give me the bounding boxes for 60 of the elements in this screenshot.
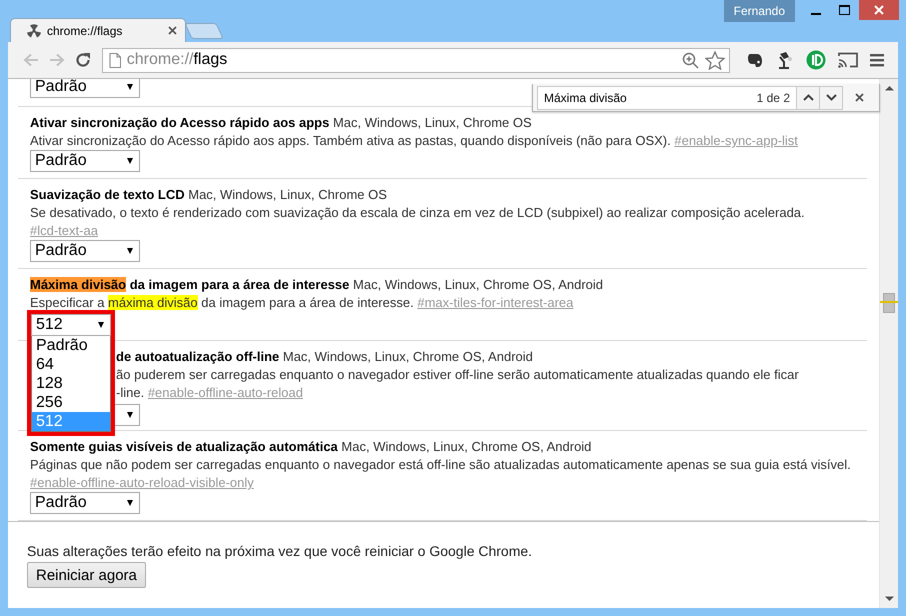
- select-dropdown[interactable]: Padrão: [30, 492, 140, 514]
- platform-list: Mac, Windows, Linux, Chrome OS, Android: [282, 349, 533, 364]
- select-dropdown[interactable]: Padrão: [30, 150, 140, 172]
- flag-description: ão puderem ser carregadas enquanto o navegador estiver off-line serão automaticamente atualizadas quando ele ficar -line. #enable-offline-auto-reload: [116, 366, 800, 402]
- select-dropdown[interactable]: Padrão: [30, 240, 140, 262]
- dropdown-option[interactable]: 64: [32, 355, 110, 374]
- flag-description: Especificar a máxima divisão da imagem para a área de interesse. #max-tiles-for-interest-area: [30, 294, 574, 312]
- find-match-marker: [880, 301, 898, 303]
- platform-list: Mac, Windows, Linux, Chrome OS: [332, 115, 532, 130]
- address-bar[interactable]: chrome://flags: [102, 48, 730, 72]
- restart-button[interactable]: Reiniciar agora: [27, 562, 146, 588]
- flag-title: Ativar sincronização do Acesso rápido aos apps: [30, 115, 330, 130]
- flag-description: Ativar sincronização do Acesso rápido aos apps. Também ativa as pastas, quando disponíveis (não para OSX). #enable-sync-app-list: [30, 132, 799, 150]
- platform-list: Mac, Windows, Linux, Chrome OS: [188, 187, 387, 202]
- menu-icon[interactable]: [870, 53, 884, 67]
- cast-icon[interactable]: [838, 52, 858, 68]
- close-icon: [874, 5, 884, 15]
- dropdown-option[interactable]: Padrão: [32, 336, 110, 355]
- caret-icon: [127, 84, 133, 90]
- hazard-icon: [27, 24, 41, 37]
- caret-icon: [127, 412, 133, 418]
- browser-tab[interactable]: chrome://flags: [10, 18, 186, 42]
- platform-list: Mac, Windows, Linux, Chrome OS, Android: [353, 277, 604, 292]
- circle-logo-icon[interactable]: [806, 50, 826, 70]
- flag-description: Se desativado, o texto é renderizado com suavização da escala de cinza em vez de LCD (subpixel) ao realizar composição acelerada. #lcd-text-aa: [30, 204, 806, 240]
- scrollbar[interactable]: [879, 79, 898, 608]
- dropdown-option[interactable]: 256: [32, 393, 110, 412]
- platform-list: Mac, Windows, Linux, Chrome OS, Android: [341, 439, 592, 454]
- zoom-icon[interactable]: [682, 52, 699, 68]
- select-dropdown[interactable]: Padrão: [30, 79, 140, 98]
- find-field[interactable]: Máxima divisão 1 de 2: [537, 86, 797, 110]
- elephant-icon[interactable]: [746, 51, 764, 69]
- caret-icon: [127, 500, 133, 506]
- flag-description: Páginas que não podem ser carregadas enquanto o navegador está off-line são atualizadas automaticamente apenas se sua guia está visível. #enable-offline-auto-reload-visible-only: [30, 456, 852, 492]
- caret-icon: [98, 322, 104, 328]
- flag-title: Suavização de texto LCD: [30, 187, 185, 202]
- match-count: 1 de 2: [756, 90, 790, 104]
- caret-icon: [127, 158, 133, 164]
- dropdown-option[interactable]: 128: [32, 374, 110, 393]
- flag-title: de autoatualização off-line: [116, 349, 280, 364]
- reload-icon[interactable]: [74, 52, 91, 68]
- page-icon: [108, 52, 121, 68]
- flag-title: Máxima divisão da imagem para a área de interesse: [30, 277, 350, 292]
- star-icon[interactable]: [704, 50, 725, 70]
- scroll-down-icon[interactable]: [884, 596, 894, 602]
- scroll-up-icon[interactable]: [884, 85, 894, 91]
- chevron-down-icon: [826, 94, 836, 101]
- flag-title: Somente guias visíveis de atualização automática: [30, 439, 338, 454]
- restart-message: Suas alterações terão efeito na próxima vez que você reiniciar o Google Chrome.: [27, 542, 534, 560]
- maximize-icon: [839, 5, 850, 15]
- minimize-icon: [810, 13, 820, 15]
- caret-icon: [127, 248, 133, 254]
- chevron-up-icon: [802, 94, 814, 101]
- previous-match-button[interactable]: [796, 86, 820, 110]
- tab-close-icon[interactable]: [168, 26, 177, 35]
- scroll-thumb[interactable]: [883, 293, 895, 313]
- close-button[interactable]: [859, 0, 899, 20]
- close-icon[interactable]: [855, 93, 864, 102]
- select-dropdown[interactable]: 512: [31, 314, 111, 336]
- next-match-button[interactable]: [819, 86, 843, 110]
